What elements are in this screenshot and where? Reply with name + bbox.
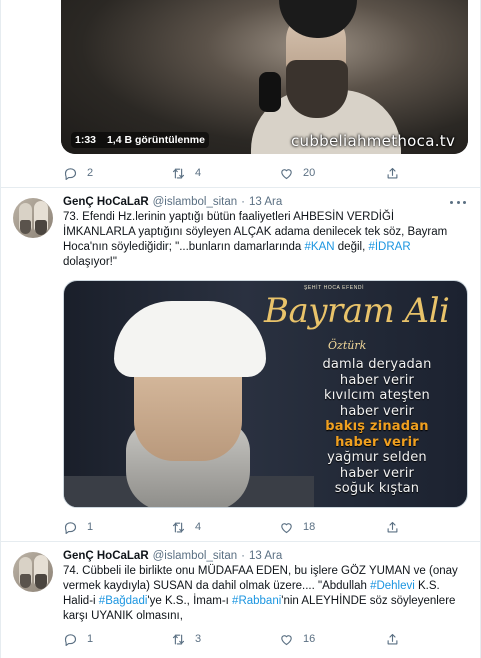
tweet-date[interactable]: 13 Ara bbox=[249, 550, 282, 562]
reply-count: 1 bbox=[87, 633, 94, 645]
reply-icon bbox=[64, 167, 77, 180]
hashtag-link[interactable]: #İDRAR bbox=[368, 241, 410, 253]
tweet-actions: 1 4 18 bbox=[63, 518, 463, 536]
poster-line: haber verir bbox=[339, 465, 415, 481]
author-name[interactable]: GenÇ HoCaLaR bbox=[63, 196, 149, 208]
retweet-button[interactable]: 4 bbox=[171, 164, 201, 182]
reply-count: 1 bbox=[87, 521, 94, 533]
retweet-icon bbox=[172, 522, 185, 532]
like-button[interactable]: 18 bbox=[279, 518, 315, 536]
reply-icon bbox=[64, 521, 77, 534]
reply-button[interactable]: 2 bbox=[63, 164, 93, 182]
author-handle[interactable]: @islambol_sitan bbox=[153, 550, 238, 562]
retweet-button[interactable]: 3 bbox=[171, 630, 201, 648]
poster-line: haber verir bbox=[339, 403, 415, 419]
reply-icon bbox=[64, 633, 77, 646]
share-icon bbox=[387, 521, 398, 532]
poster-title: Bayram Ali bbox=[264, 291, 450, 331]
author-handle[interactable]: @islambol_sitan bbox=[153, 196, 238, 208]
share-icon bbox=[387, 167, 398, 178]
poster-line: yağmur selden bbox=[327, 450, 427, 465]
reply-count: 2 bbox=[87, 167, 94, 179]
retweet-count: 4 bbox=[195, 521, 202, 533]
video-views: 1,4 B görüntülenme bbox=[106, 134, 205, 146]
tweet-date[interactable]: 13 Ara bbox=[249, 196, 282, 208]
retweet-icon bbox=[172, 634, 185, 644]
poster-line: soğuk kıştan bbox=[334, 481, 420, 496]
heart-icon bbox=[281, 522, 292, 533]
avatar[interactable] bbox=[13, 552, 53, 592]
retweet-icon bbox=[172, 168, 185, 178]
more-options-icon[interactable] bbox=[450, 195, 466, 209]
video-watermark: cubbeliahmethoca.tv bbox=[291, 132, 456, 150]
like-count: 18 bbox=[303, 521, 316, 533]
avatar[interactable] bbox=[13, 198, 53, 238]
poster-line: haber verir bbox=[339, 372, 415, 388]
tweet-text: 73. Efendi Hz.lerinin yaptığı bütün faal… bbox=[63, 211, 448, 268]
reply-button[interactable]: 1 bbox=[63, 518, 93, 536]
video-duration: 1:33 bbox=[75, 134, 97, 146]
heart-icon bbox=[281, 168, 292, 179]
poster-line: kıvılcım ateşten bbox=[324, 388, 430, 403]
hashtag-link[interactable]: #Rabbani bbox=[232, 595, 281, 607]
tweet-actions: 2 4 20 bbox=[63, 164, 463, 182]
tweet-header: GenÇ HoCaLaR @islambol_sitan · 13 Ara bbox=[63, 548, 282, 564]
share-button[interactable] bbox=[385, 630, 400, 648]
like-button[interactable]: 16 bbox=[279, 630, 315, 648]
like-button[interactable]: 20 bbox=[279, 164, 315, 182]
share-button[interactable] bbox=[385, 164, 400, 182]
tweet[interactable]: GenÇ HoCaLaR @islambol_sitan · 13 Ara 74… bbox=[1, 542, 480, 658]
separator: · bbox=[241, 550, 246, 562]
retweet-button[interactable]: 4 bbox=[171, 518, 201, 536]
hashtag-link[interactable]: #Dehlevi bbox=[370, 580, 415, 592]
poster-title-surname: Öztürk bbox=[328, 339, 367, 352]
tweet-text: 74. Cübbeli ile birlikte onu MÜDAFAA EDE… bbox=[63, 565, 458, 622]
tweet-image[interactable]: ŞEHİT HOCA EFENDİ Bayram Ali Öztürk daml… bbox=[63, 280, 468, 508]
poster-line: damla deryadan bbox=[322, 357, 432, 372]
video-stats: 1:33 1,4 B görüntülenme bbox=[71, 132, 209, 148]
tweet-header: GenÇ HoCaLaR @islambol_sitan · 13 Ara bbox=[63, 194, 282, 210]
share-button[interactable] bbox=[385, 518, 400, 536]
poster-line: bakış zinadan bbox=[325, 419, 429, 434]
retweet-count: 3 bbox=[195, 633, 202, 645]
tweet-actions: 1 3 16 bbox=[63, 630, 463, 648]
author-name[interactable]: GenÇ HoCaLaR bbox=[63, 550, 149, 562]
like-count: 20 bbox=[303, 167, 316, 179]
poster-line: haber verir bbox=[335, 434, 419, 450]
video-player[interactable]: cubbeliahmethoca.tv 1:33 1,4 B görüntüle… bbox=[61, 0, 468, 154]
hashtag-link[interactable]: #KAN bbox=[305, 241, 335, 253]
heart-icon bbox=[281, 634, 292, 645]
like-count: 16 bbox=[303, 633, 316, 645]
timeline: cubbeliahmethoca.tv 1:33 1,4 B görüntüle… bbox=[0, 0, 481, 658]
share-icon bbox=[387, 633, 398, 644]
separator: · bbox=[241, 196, 246, 208]
hashtag-link[interactable]: #Bağdadi bbox=[99, 595, 148, 607]
reply-button[interactable]: 1 bbox=[63, 630, 93, 648]
poster-poem: damla deryadan haber verir kıvılcım ateşte… bbox=[288, 357, 466, 497]
retweet-count: 4 bbox=[195, 167, 202, 179]
